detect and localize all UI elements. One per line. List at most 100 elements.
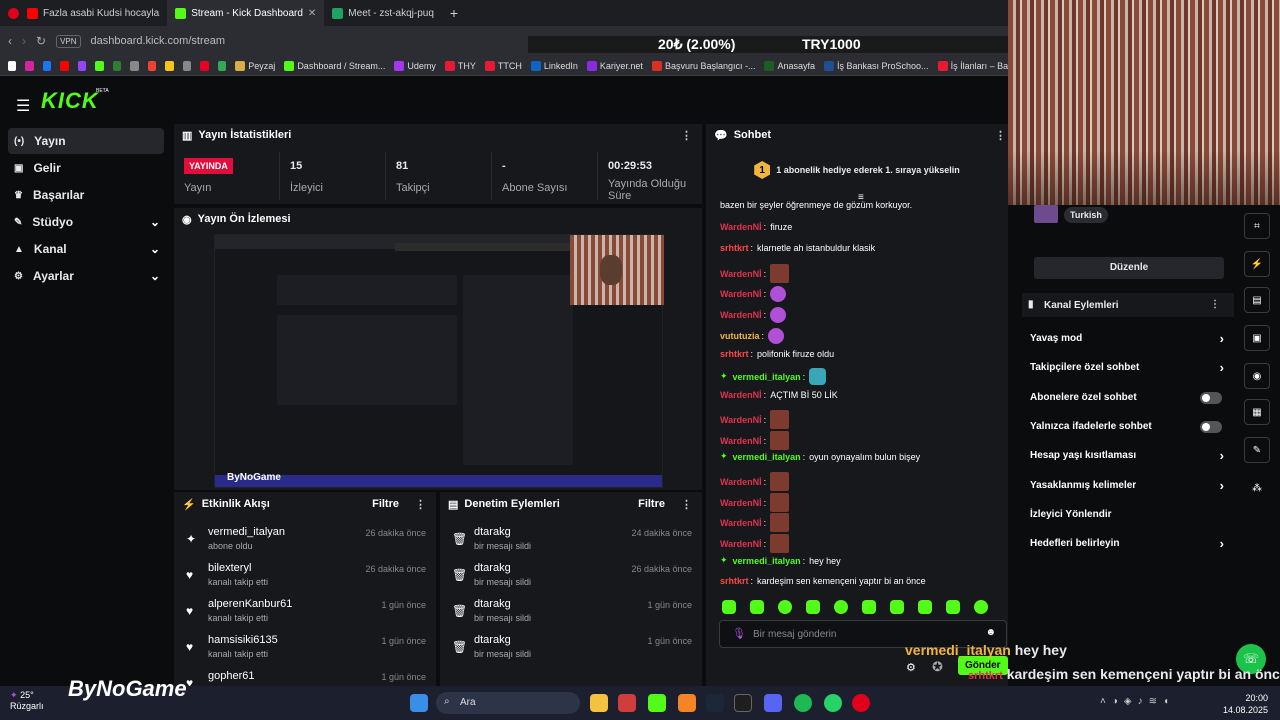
- app-icon[interactable]: [618, 694, 636, 712]
- language-tag[interactable]: Turkish: [1064, 207, 1108, 223]
- url-field[interactable]: dashboard.kick.com/stream: [91, 35, 226, 47]
- chat-username[interactable]: vututuzia: [720, 331, 760, 341]
- wrench-icon[interactable]: ✎: [1244, 437, 1270, 463]
- pinterest-icon[interactable]: [200, 60, 209, 71]
- chat-username[interactable]: WardenNİ: [720, 518, 762, 528]
- back-icon[interactable]: ‹: [8, 34, 12, 48]
- more-icon[interactable]: ⋮: [1210, 299, 1220, 310]
- bookmark-item[interactable]: İş İlanları – Ba: [937, 60, 1008, 71]
- close-icon[interactable]: ✕: [308, 8, 316, 19]
- sidebar-item-gelir[interactable]: ▣ Gelir: [8, 155, 164, 181]
- sidebar-item-ayarlar[interactable]: ⚙ Ayarlar ⌄: [8, 263, 164, 289]
- tab-kick-dashboard[interactable]: Stream - Kick Dashboard ✕: [167, 0, 325, 26]
- bookmark-item[interactable]: Peyzaj: [235, 60, 275, 71]
- mic-icon[interactable]: ♪: [1138, 696, 1149, 707]
- shapes-icon[interactable]: ⁂: [1244, 475, 1270, 501]
- weather-widget[interactable]: ✦ 25° Rüzgarlı: [10, 690, 44, 711]
- activity-user[interactable]: bilexteryl: [208, 562, 251, 574]
- steam-icon[interactable]: [706, 694, 724, 712]
- chevron-up-icon[interactable]: ˄: [1100, 696, 1112, 707]
- emote-icon[interactable]: [778, 600, 792, 614]
- menu-icon[interactable]: ☰: [16, 96, 30, 116]
- chat-username[interactable]: WardenNİ: [720, 436, 762, 446]
- facebook-icon[interactable]: [42, 60, 52, 71]
- gift-banner[interactable]: 1 1 abonelik hediye ederek 1. sıraya yük…: [706, 152, 1008, 188]
- obs-icon[interactable]: [734, 694, 752, 712]
- spotify-icon[interactable]: [794, 694, 812, 712]
- channel-action-item[interactable]: Yavaş mod ›: [1022, 327, 1234, 353]
- emote-icon[interactable]: [750, 600, 764, 614]
- chat-username[interactable]: WardenNİ: [720, 289, 762, 299]
- chat-username[interactable]: srhtkrt: [720, 243, 749, 253]
- x-icon[interactable]: [8, 60, 17, 71]
- sidebar-item-studyo[interactable]: ✎ Stüdyo ⌄: [8, 209, 164, 235]
- activity-user[interactable]: vermedi_italyan: [208, 526, 285, 538]
- bookmark-icon[interactable]: [165, 60, 174, 71]
- bookmark-item[interactable]: İş Bankası ProSchoo...: [824, 60, 929, 71]
- mic-icon[interactable]: 🎙: [732, 627, 746, 640]
- stream-preview-video[interactable]: ByNoGame: [214, 234, 664, 488]
- mod-user[interactable]: dtarakg: [474, 634, 511, 646]
- chat-username[interactable]: WardenNİ: [720, 390, 762, 400]
- tray-icon[interactable]: ◈: [1124, 696, 1138, 707]
- edit-button[interactable]: Düzenle: [1034, 257, 1224, 279]
- forward-icon[interactable]: ›: [22, 34, 26, 48]
- instagram-icon[interactable]: [25, 60, 34, 71]
- vlc-icon[interactable]: [678, 694, 696, 712]
- more-icon[interactable]: ⋮: [681, 129, 692, 142]
- mod-user[interactable]: dtarakg: [474, 598, 511, 610]
- bookmark-item[interactable]: Başvuru Başlangıcı -...: [651, 60, 755, 71]
- bolt-icon[interactable]: ⚡: [1244, 251, 1270, 277]
- opera-icon[interactable]: [8, 7, 19, 19]
- toggle-switch[interactable]: [1200, 420, 1222, 433]
- more-icon[interactable]: ⋮: [681, 498, 692, 511]
- chat-username[interactable]: WardenNİ: [720, 477, 762, 487]
- kick-logo[interactable]: KICK: [41, 88, 99, 114]
- channel-action-item[interactable]: Yasaklanmış kelimeler ›: [1022, 474, 1234, 500]
- bookmark-item[interactable]: TTCH: [484, 60, 522, 71]
- sheets-icon[interactable]: [217, 60, 227, 71]
- chat-username[interactable]: WardenNİ: [720, 310, 762, 320]
- emote-icon[interactable]: [862, 600, 876, 614]
- channel-action-item[interactable]: Hesap yaşı kısıtlaması ›: [1022, 444, 1234, 470]
- chat-icon[interactable]: ▣: [1244, 325, 1270, 351]
- mod-user[interactable]: dtarakg: [474, 562, 511, 574]
- sidebar-item-basarilar[interactable]: ♛ Başarılar: [8, 182, 164, 208]
- bookmark-icon[interactable]: [182, 60, 192, 71]
- wifi-icon[interactable]: ≋: [1149, 696, 1163, 707]
- chat-username[interactable]: WardenNİ: [720, 498, 762, 508]
- layout-icon[interactable]: ▦: [1244, 399, 1270, 425]
- speaker-icon[interactable]: ◖: [1163, 696, 1175, 707]
- emoji-icon[interactable]: ☻: [985, 627, 996, 638]
- tab-youtube[interactable]: Fazla asabi Kudsi hocayla: [19, 0, 167, 26]
- sidebar-item-yayin[interactable]: (•) Yayın: [8, 128, 164, 154]
- clip-icon[interactable]: ⌗: [1244, 213, 1270, 239]
- filter-button[interactable]: Filtre: [638, 498, 665, 510]
- tab-meet[interactable]: Meet - zst-akqj-puq: [324, 0, 442, 26]
- emote-icon[interactable]: [806, 600, 820, 614]
- taskbar-search[interactable]: ⌕ Ara: [436, 692, 580, 714]
- activity-user[interactable]: gopher61: [208, 670, 255, 682]
- bookmark-item[interactable]: THY: [444, 60, 476, 71]
- whatsapp-icon[interactable]: [824, 694, 842, 712]
- activity-user[interactable]: alperenKanbur61: [208, 598, 292, 610]
- mod-user[interactable]: dtarakg: [474, 526, 511, 538]
- gmail-icon[interactable]: [147, 60, 157, 71]
- chat-username[interactable]: WardenNİ: [720, 415, 762, 425]
- chat-username[interactable]: srhtkrt: [720, 349, 749, 359]
- channel-action-item[interactable]: Hedefleri belirleyin ›: [1022, 532, 1234, 558]
- more-icon[interactable]: ⋮: [415, 498, 426, 511]
- kick-icon[interactable]: [648, 694, 666, 712]
- bookmark-item[interactable]: Dashboard / Stream...: [284, 60, 385, 71]
- clock[interactable]: 20:00 14.08.2025: [1218, 692, 1268, 716]
- tray-icon[interactable]: ◑: [1112, 696, 1124, 707]
- sidebar-item-kanal[interactable]: ▲ Kanal ⌄: [8, 236, 164, 262]
- bookmark-item[interactable]: Anasayfa: [764, 60, 815, 71]
- chat-username[interactable]: WardenNİ: [720, 222, 762, 232]
- new-tab-button[interactable]: +: [442, 0, 466, 26]
- emote-icon[interactable]: [834, 600, 848, 614]
- notes-icon[interactable]: ▤: [1244, 287, 1270, 313]
- vpn-badge[interactable]: VPN: [56, 34, 81, 48]
- channel-action-item[interactable]: Abonelere özel sohbet: [1022, 386, 1234, 412]
- maps-icon[interactable]: [112, 60, 122, 71]
